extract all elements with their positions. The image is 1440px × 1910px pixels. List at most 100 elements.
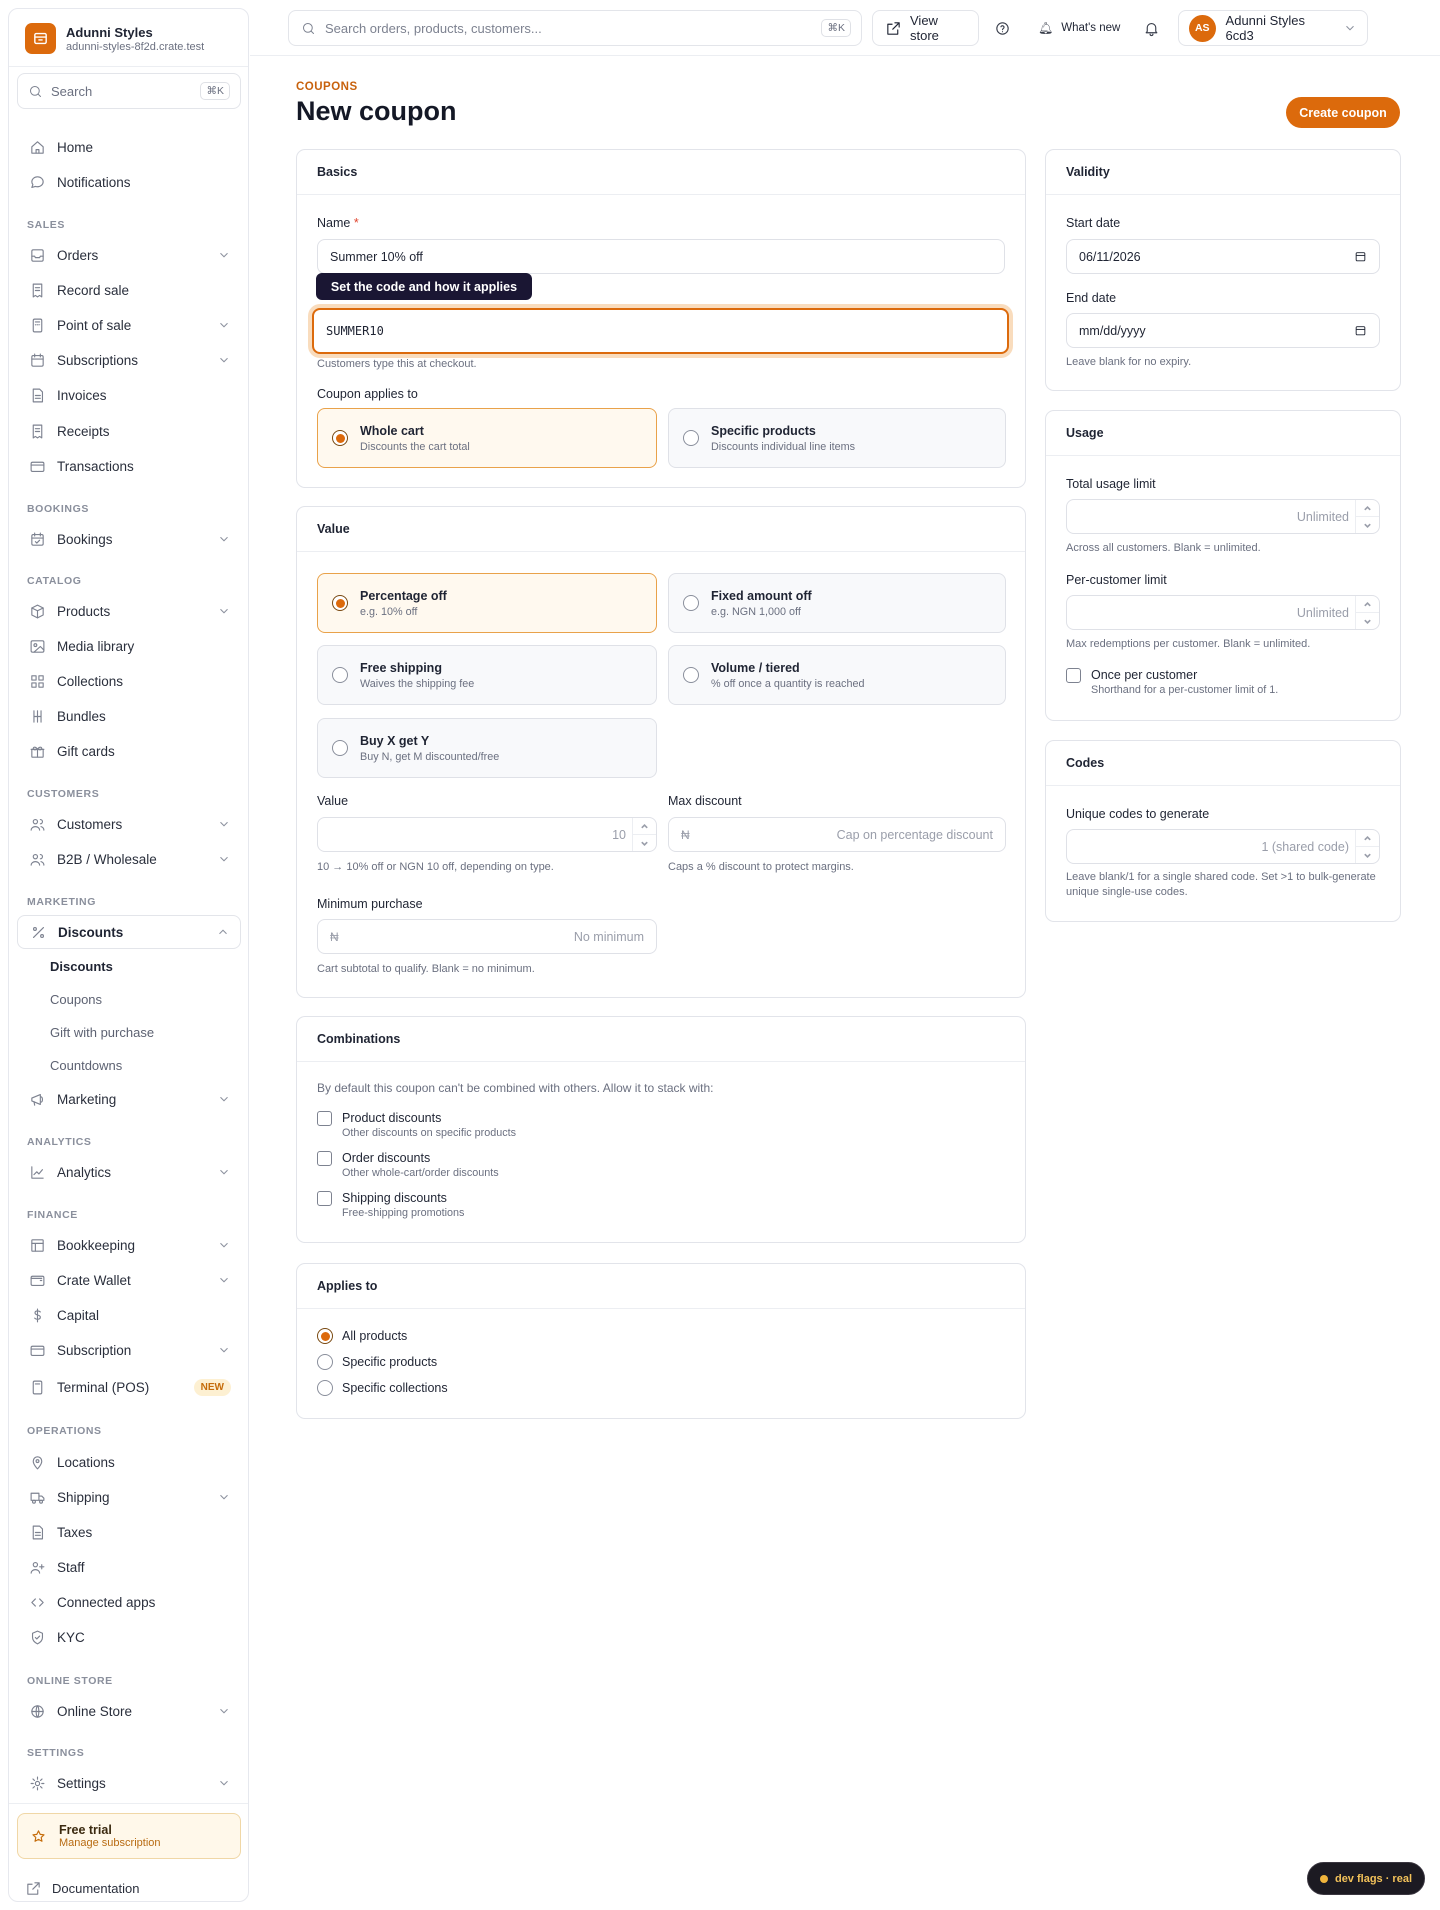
sidebar-item-staff[interactable]: Staff xyxy=(17,1550,241,1584)
per-customer-stepper[interactable] xyxy=(1355,596,1379,629)
sidebar-item-collections[interactable]: Collections xyxy=(17,664,241,698)
sidebar-item-gift-cards[interactable]: Gift cards xyxy=(17,734,241,768)
applies-whole-cart-option[interactable]: Whole cart Discounts the cart total xyxy=(317,408,657,468)
sidebar-item-marketing[interactable]: Marketing xyxy=(17,1082,241,1116)
sidebar-item-settings[interactable]: Settings xyxy=(17,1766,241,1800)
documentation-link[interactable]: Documentation xyxy=(25,1880,139,1897)
chevron-down-icon[interactable] xyxy=(633,834,656,851)
radio[interactable] xyxy=(683,430,699,446)
chevron-down-icon[interactable] xyxy=(1356,516,1379,533)
applies-specific-products[interactable]: Specific products xyxy=(317,1354,437,1370)
type-bogo-option[interactable]: Buy X get Y Buy N, get M discounted/free xyxy=(317,718,657,778)
type-volume-option[interactable]: Volume / tiered % off once a quantity is … xyxy=(668,645,1006,705)
combine-product-discounts[interactable]: Product discounts Other discounts on spec… xyxy=(317,1111,516,1139)
value-input[interactable]: 10 xyxy=(317,817,657,852)
checkbox[interactable] xyxy=(1066,668,1081,683)
calendar-icon[interactable] xyxy=(1354,250,1367,263)
sidebar-item-shipping[interactable]: Shipping xyxy=(17,1480,241,1514)
applies-all-products[interactable]: All products xyxy=(317,1328,407,1344)
radio-selected[interactable] xyxy=(317,1328,333,1344)
calendar-icon[interactable] xyxy=(1354,324,1367,337)
chevron-down-icon[interactable] xyxy=(1356,846,1379,863)
manage-subscription-link[interactable]: Manage subscription xyxy=(59,1837,161,1849)
sidebar-item-analytics[interactable]: Analytics xyxy=(17,1155,241,1189)
chevron-up-icon[interactable] xyxy=(633,818,656,834)
sidebar-item-discounts[interactable]: Discounts xyxy=(17,915,241,949)
free-trial-card[interactable]: Free trial Manage subscription xyxy=(17,1813,241,1859)
unique-codes-stepper[interactable] xyxy=(1355,830,1379,863)
sidebar-item-products[interactable]: Products xyxy=(17,594,241,628)
sidebar-item-receipts[interactable]: Receipts xyxy=(17,414,241,448)
sidebar-item-media-library[interactable]: Media library xyxy=(17,629,241,663)
sidebar-item-subscription[interactable]: Subscription xyxy=(17,1333,241,1367)
combine-shipping-discounts[interactable]: Shipping discounts Free-shipping promotio… xyxy=(317,1191,464,1219)
whats-new-button[interactable]: 🔔︎ What's new xyxy=(1038,10,1120,46)
checkbox[interactable] xyxy=(317,1111,332,1126)
radio-selected[interactable] xyxy=(332,430,348,446)
radio[interactable] xyxy=(317,1354,333,1370)
sidebar-item-point-of-sale[interactable]: Point of sale xyxy=(17,308,241,342)
sidebar-item-bookkeeping[interactable]: Bookkeeping xyxy=(17,1228,241,1262)
per-customer-input[interactable]: Unlimited xyxy=(1066,595,1380,630)
total-usage-stepper[interactable] xyxy=(1355,500,1379,533)
chevron-down-icon[interactable] xyxy=(1356,612,1379,629)
global-search-input[interactable]: Search orders, products, customers... ⌘K xyxy=(288,10,862,46)
sidebar-item-online-store[interactable]: Online Store xyxy=(17,1694,241,1728)
chevron-up-icon[interactable] xyxy=(1356,500,1379,516)
sidebar-item-customers[interactable]: Customers xyxy=(17,807,241,841)
radio[interactable] xyxy=(683,667,699,683)
subnav-discounts[interactable]: Discounts xyxy=(50,959,113,974)
subnav-gift-with-purchase[interactable]: Gift with purchase xyxy=(50,1025,154,1040)
radio[interactable] xyxy=(332,740,348,756)
sidebar-item-terminal[interactable]: Terminal (POS) NEW xyxy=(17,1370,241,1404)
sidebar-item-taxes[interactable]: Taxes xyxy=(17,1515,241,1549)
max-discount-input[interactable]: ₦ Cap on percentage discount xyxy=(668,817,1006,852)
create-coupon-button[interactable]: Create coupon xyxy=(1286,97,1400,128)
view-store-button[interactable]: View store xyxy=(872,10,979,46)
chevron-up-icon[interactable] xyxy=(1356,830,1379,846)
start-date-input[interactable]: 06/11/2026 xyxy=(1066,239,1380,274)
radio[interactable] xyxy=(683,595,699,611)
subnav-countdowns[interactable]: Countdowns xyxy=(50,1058,122,1073)
sidebar-item-kyc[interactable]: KYC xyxy=(17,1620,241,1654)
coupon-code-field[interactable]: SUMMER10 xyxy=(312,308,1009,354)
subnav-coupons[interactable]: Coupons xyxy=(50,992,102,1007)
help-button[interactable] xyxy=(994,10,1011,46)
notifications-button[interactable] xyxy=(1143,10,1160,46)
sidebar-item-bundles[interactable]: Bundles xyxy=(17,699,241,733)
applies-specific-products-option[interactable]: Specific products Discounts individual li… xyxy=(668,408,1006,468)
type-fixed-amount-option[interactable]: Fixed amount off e.g. NGN 1,000 off xyxy=(668,573,1006,633)
sidebar-item-capital[interactable]: Capital xyxy=(17,1298,241,1332)
combine-order-discounts[interactable]: Order discounts Other whole-cart/order di… xyxy=(317,1151,499,1179)
sidebar-item-crate-wallet[interactable]: Crate Wallet xyxy=(17,1263,241,1297)
radio-selected[interactable] xyxy=(332,595,348,611)
name-field[interactable]: Summer 10% off xyxy=(317,239,1005,274)
type-free-shipping-option[interactable]: Free shipping Waives the shipping fee xyxy=(317,645,657,705)
total-usage-input[interactable]: Unlimited xyxy=(1066,499,1380,534)
breadcrumb[interactable]: COUPONS xyxy=(296,81,358,93)
sidebar-item-locations[interactable]: Locations xyxy=(17,1445,241,1479)
sidebar-item-record-sale[interactable]: Record sale xyxy=(17,273,241,307)
sidebar-item-connected-apps[interactable]: Connected apps xyxy=(17,1585,241,1619)
sidebar-item-notifications[interactable]: Notifications xyxy=(17,165,241,199)
unique-codes-input[interactable]: 1 (shared code) xyxy=(1066,829,1380,864)
dev-flags-pill[interactable]: dev flags · real xyxy=(1307,1862,1425,1895)
radio[interactable] xyxy=(317,1380,333,1396)
sidebar-item-transactions[interactable]: Transactions xyxy=(17,449,241,483)
sidebar-item-orders[interactable]: Orders xyxy=(17,238,241,272)
end-date-input[interactable]: mm/dd/yyyy xyxy=(1066,313,1380,348)
radio[interactable] xyxy=(332,667,348,683)
sidebar-item-home[interactable]: Home xyxy=(17,130,241,164)
brand[interactable]: Adunni Styles adunni-styles-8f2d.crate.t… xyxy=(25,23,204,54)
sidebar-item-subscriptions[interactable]: Subscriptions xyxy=(17,343,241,377)
chevron-up-icon[interactable] xyxy=(1356,596,1379,612)
sidebar-search[interactable]: Search ⌘K xyxy=(17,73,241,109)
checkbox[interactable] xyxy=(317,1191,332,1206)
checkbox[interactable] xyxy=(317,1151,332,1166)
applies-specific-collections[interactable]: Specific collections xyxy=(317,1380,448,1396)
sidebar-item-invoices[interactable]: Invoices xyxy=(17,378,241,412)
sidebar-item-bookings[interactable]: Bookings xyxy=(17,522,241,556)
account-menu[interactable]: AS Adunni Styles 6cd3 xyxy=(1178,10,1368,46)
value-stepper[interactable] xyxy=(632,818,656,851)
type-percentage-option[interactable]: Percentage off e.g. 10% off xyxy=(317,573,657,633)
